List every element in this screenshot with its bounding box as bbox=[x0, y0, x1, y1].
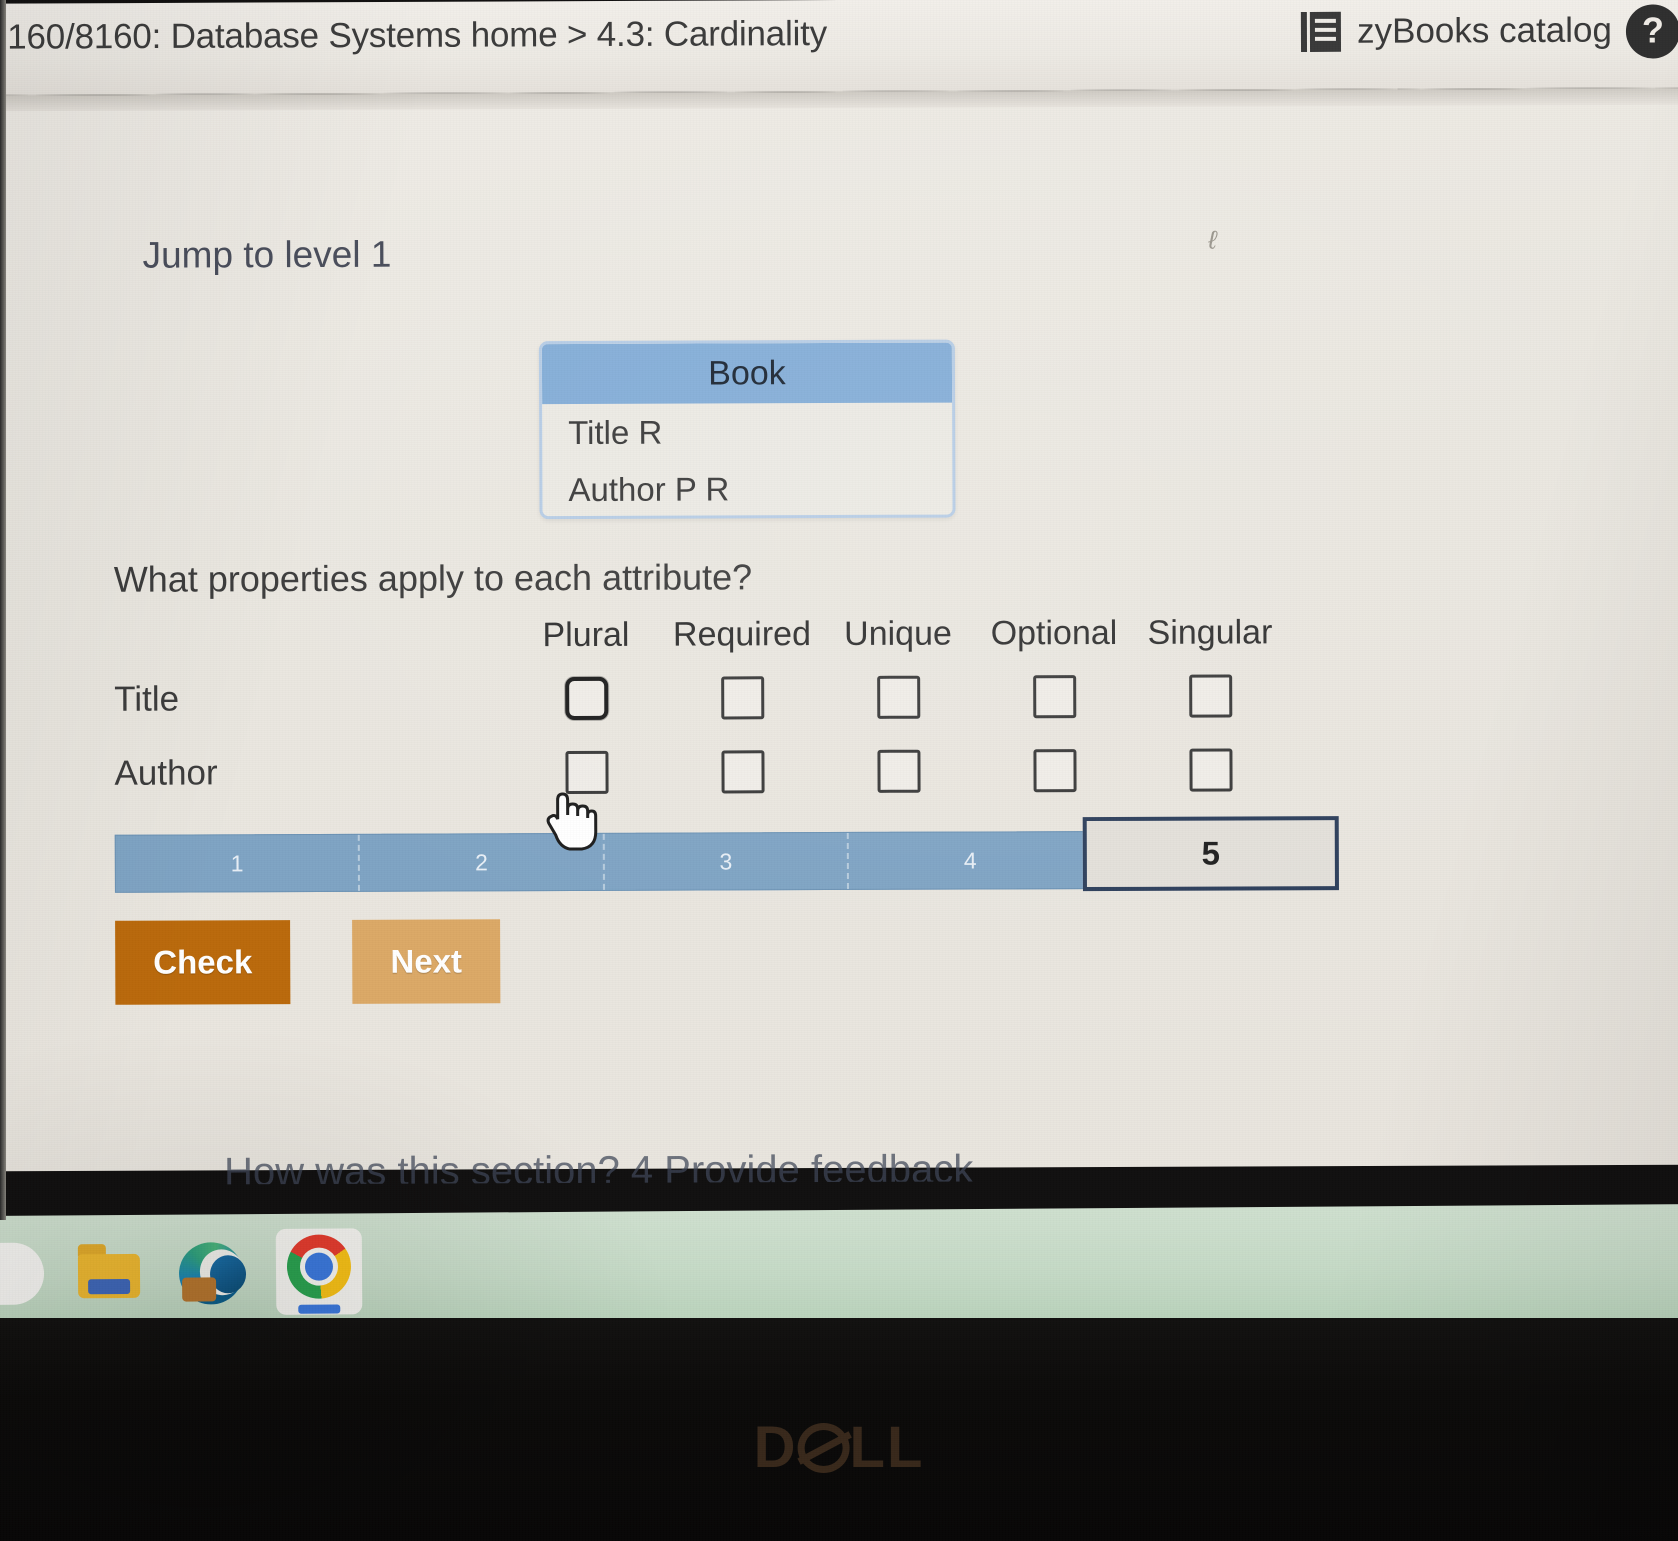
taskbar-search-icon[interactable] bbox=[0, 1242, 45, 1305]
checkbox-cell-author-singular[interactable] bbox=[1132, 732, 1288, 807]
zybooks-page-content: Jump to level 1 ℓ Book Title R Author P … bbox=[0, 104, 1678, 1184]
dell-logo-slashed-e bbox=[797, 1422, 852, 1473]
attribute-properties-matrix: Plural Required Unique Optional Singular… bbox=[114, 606, 1315, 811]
dell-logo-d: D bbox=[753, 1415, 798, 1480]
book-catalog-icon bbox=[1300, 10, 1342, 54]
progress-segment-2[interactable]: 2 bbox=[360, 833, 605, 891]
progress-segment-3[interactable]: 3 bbox=[604, 832, 850, 890]
screen-smudge-artifact: ℓ bbox=[1205, 224, 1220, 256]
checkbox-title-singular[interactable] bbox=[1188, 673, 1232, 718]
help-question-mark-icon[interactable]: ? bbox=[1625, 4, 1678, 59]
browser-top-bar: 6160/8160: Database Systems home > 4.3: … bbox=[0, 0, 1678, 96]
column-header-plural: Plural bbox=[542, 615, 630, 654]
checkbox-cell-title-optional[interactable] bbox=[976, 659, 1132, 734]
clipped-footer-text: How was this section? 4 Provide feedback bbox=[223, 1147, 974, 1185]
checkbox-author-plural[interactable] bbox=[564, 750, 609, 794]
checkbox-title-unique[interactable] bbox=[876, 675, 920, 719]
catalog-label: zyBooks catalog bbox=[1356, 10, 1613, 51]
entity-attribute-title: Title R bbox=[568, 413, 663, 452]
matrix-row-author: Author bbox=[114, 732, 1314, 811]
checkbox-cell-author-required[interactable] bbox=[664, 734, 820, 809]
page-title: Jump to level 1 bbox=[142, 233, 392, 276]
checkbox-cell-author-unique[interactable] bbox=[820, 733, 976, 808]
checkbox-title-plural[interactable] bbox=[564, 676, 608, 720]
checkbox-author-singular[interactable] bbox=[1188, 747, 1233, 792]
progress-segment-4[interactable]: 4 bbox=[848, 832, 1094, 889]
checkbox-cell-author-optional[interactable] bbox=[976, 733, 1132, 808]
progress-segment-1[interactable]: 1 bbox=[115, 834, 361, 892]
checkbox-author-required[interactable] bbox=[720, 749, 765, 793]
photo-of-monitor: 6160/8160: Database Systems home > 4.3: … bbox=[0, 0, 1678, 1541]
checkbox-cell-title-unique[interactable] bbox=[820, 659, 976, 734]
matrix-row-title: Title bbox=[114, 658, 1314, 737]
checkbox-title-optional[interactable] bbox=[1032, 674, 1076, 718]
screen-left-edge bbox=[0, 0, 6, 1220]
taskbar-file-explorer-folder-icon[interactable] bbox=[72, 1235, 147, 1310]
checkbox-cell-title-required[interactable] bbox=[664, 660, 820, 735]
action-button-group: Check Next bbox=[115, 919, 501, 1005]
checkbox-cell-title-plural[interactable] bbox=[508, 661, 664, 736]
check-button[interactable]: Check bbox=[115, 920, 291, 1005]
checkbox-author-optional[interactable] bbox=[1032, 748, 1077, 792]
question-prompt: What properties apply to each attribute? bbox=[113, 556, 753, 600]
column-header-singular: Singular bbox=[1147, 612, 1273, 652]
taskbar-google-chrome-icon[interactable] bbox=[275, 1227, 363, 1315]
zybooks-catalog-link[interactable]: zyBooks catalog bbox=[1300, 9, 1613, 54]
matrix-header-row: Plural Required Unique Optional Singular bbox=[114, 606, 1314, 663]
row-label-title: Title bbox=[114, 679, 180, 719]
entity-attribute-author: Author P R bbox=[568, 470, 730, 509]
dell-brand-logo: D LL bbox=[754, 1414, 925, 1481]
dell-logo-ll: LL bbox=[849, 1415, 925, 1480]
windows-taskbar bbox=[0, 1204, 1678, 1331]
entity-title: Book bbox=[541, 342, 953, 405]
matrix-corner-cell bbox=[114, 635, 508, 637]
checkbox-cell-author-plural[interactable] bbox=[508, 735, 664, 810]
progress-current-step[interactable]: 5 bbox=[1082, 816, 1339, 892]
entity-diagram-book: Book Title R Author P R bbox=[538, 339, 956, 520]
column-header-unique: Unique bbox=[844, 614, 952, 653]
next-button[interactable]: Next bbox=[352, 919, 501, 1004]
checkbox-author-unique[interactable] bbox=[876, 749, 921, 793]
column-header-optional: Optional bbox=[990, 613, 1118, 652]
checkbox-cell-title-singular[interactable] bbox=[1132, 658, 1288, 733]
row-label-author: Author bbox=[114, 753, 218, 793]
monitor-bezel: D LL bbox=[0, 1318, 1678, 1541]
taskbar-microsoft-edge-icon[interactable] bbox=[174, 1235, 251, 1310]
checkbox-title-required[interactable] bbox=[720, 675, 764, 719]
breadcrumb[interactable]: 6160/8160: Database Systems home > 4.3: … bbox=[0, 14, 827, 58]
column-header-required: Required bbox=[672, 614, 812, 654]
